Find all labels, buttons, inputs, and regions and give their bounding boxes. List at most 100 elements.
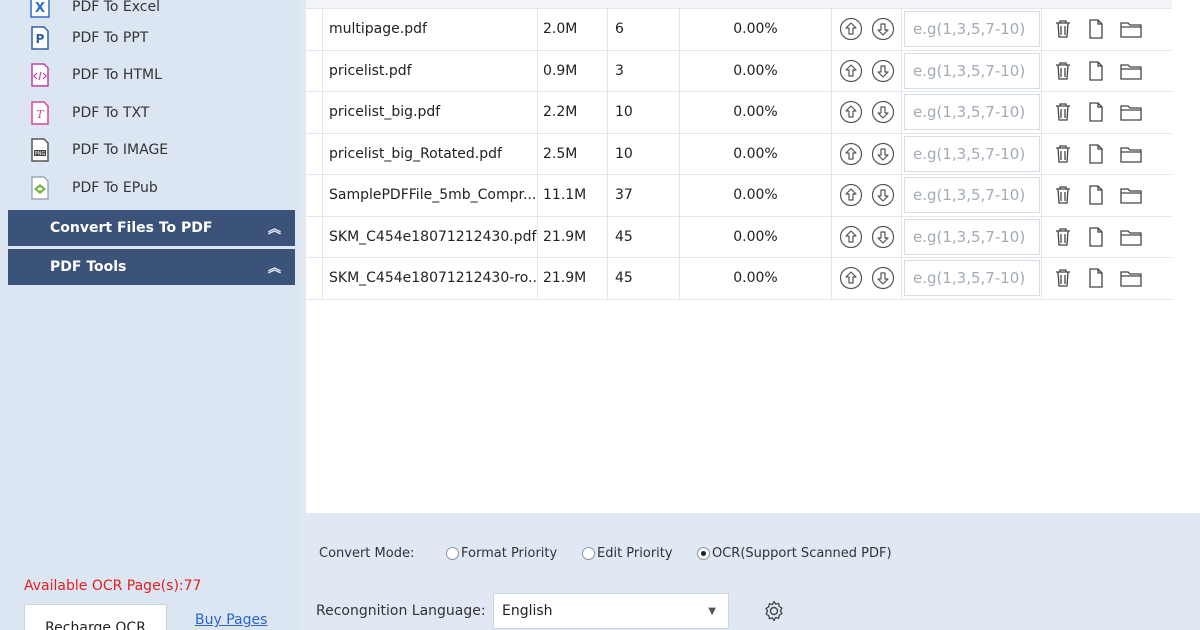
row-actions — [1042, 175, 1172, 216]
move-down-icon[interactable] — [871, 225, 895, 249]
move-controls — [832, 133, 902, 174]
row-select-cell[interactable] — [306, 50, 323, 91]
page-range-cell — [902, 92, 1042, 133]
sidebar-item-pdf-to-txt[interactable]: T PDF To TXT — [8, 94, 295, 132]
file-progress: 0.00% — [680, 258, 832, 299]
radio-label: Format Priority — [461, 546, 558, 561]
document-icon[interactable] — [1088, 144, 1104, 164]
table-row[interactable]: SKM_C454e18071212430-ro... 21.9M 45 0.00… — [306, 258, 1172, 300]
file-size: 0.9M — [538, 50, 608, 91]
file-progress: 0.00% — [680, 92, 832, 133]
move-up-icon[interactable] — [839, 142, 863, 166]
folder-icon[interactable] — [1120, 62, 1142, 80]
page-range-input[interactable] — [904, 94, 1040, 131]
table-row[interactable]: pricelist_big_Rotated.pdf 2.5M 10 0.00% — [306, 133, 1172, 175]
dropdown-caret-icon: ▼ — [708, 605, 716, 617]
edit-priority-radio[interactable]: Edit Priority — [582, 546, 673, 561]
table-header — [306, 0, 1172, 9]
folder-icon[interactable] — [1120, 103, 1142, 121]
page-range-cell — [902, 216, 1042, 257]
row-actions — [1042, 217, 1172, 258]
page-range-input[interactable] — [904, 135, 1040, 172]
trash-icon[interactable] — [1054, 227, 1072, 247]
document-icon[interactable] — [1088, 19, 1104, 39]
move-down-icon[interactable] — [871, 59, 895, 83]
move-up-icon[interactable] — [839, 17, 863, 41]
table-row[interactable]: SKM_C454e18071212430.pdf 21.9M 45 0.00% — [306, 216, 1172, 258]
table-row[interactable]: pricelist_big.pdf 2.2M 10 0.00% — [306, 92, 1172, 134]
svg-text:PNG: PNG — [35, 151, 46, 157]
move-controls — [832, 92, 902, 133]
row-actions — [1042, 258, 1172, 299]
folder-icon[interactable] — [1120, 20, 1142, 38]
move-controls — [832, 9, 902, 50]
table-row[interactable]: SamplePDFFile_5mb_Compr... 11.1M 37 0.00… — [306, 175, 1172, 217]
file-table: multipage.pdf 2.0M 6 0.00% e.g(1,3,5,7-1… — [306, 0, 1200, 513]
sidebar-group-convert-files-to-pdf[interactable]: Convert Files To PDF ︽ — [8, 209, 295, 246]
ppt-icon: P — [30, 26, 50, 50]
move-down-icon[interactable] — [871, 100, 895, 124]
file-name: SamplePDFFile_5mb_Compr... — [323, 175, 538, 216]
page-range-input[interactable] — [904, 52, 1040, 89]
document-icon[interactable] — [1088, 185, 1104, 205]
page-range-input[interactable] — [904, 260, 1040, 297]
move-up-icon[interactable] — [839, 225, 863, 249]
sidebar-item-pdf-to-html[interactable]: PDF To HTML — [8, 57, 295, 95]
move-down-icon[interactable] — [871, 266, 895, 290]
file-progress: 0.00% — [680, 9, 832, 50]
move-up-icon[interactable] — [839, 266, 863, 290]
file-progress: 0.00% — [680, 175, 832, 216]
trash-icon[interactable] — [1054, 268, 1072, 288]
folder-icon[interactable] — [1120, 269, 1142, 287]
row-select-cell[interactable] — [306, 9, 323, 50]
sidebar-item-pdf-to-epub[interactable]: PDF To EPub — [8, 169, 295, 207]
document-icon[interactable] — [1088, 102, 1104, 122]
move-down-icon[interactable] — [871, 183, 895, 207]
ocr-radio[interactable]: OCR(Support Scanned PDF) — [697, 546, 892, 561]
folder-icon[interactable] — [1120, 186, 1142, 204]
recognition-language-select[interactable]: English ▼ — [493, 593, 729, 629]
trash-icon[interactable] — [1054, 144, 1072, 164]
table-row[interactable]: pricelist.pdf 0.9M 3 0.00% — [306, 50, 1172, 92]
sidebar-item-pdf-to-ppt[interactable]: P PDF To PPT — [8, 19, 295, 57]
move-up-icon[interactable] — [839, 100, 863, 124]
radio-label: Edit Priority — [597, 546, 673, 561]
table-row[interactable]: multipage.pdf 2.0M 6 0.00% — [306, 9, 1172, 51]
row-select-cell[interactable] — [306, 133, 323, 174]
ocr-pages-available: Available OCR Page(s):77 — [24, 578, 202, 594]
page-range-input[interactable] — [904, 11, 1040, 48]
document-icon[interactable] — [1088, 61, 1104, 81]
recharge-ocr-button[interactable]: Recharge OCR — [24, 604, 167, 630]
folder-icon[interactable] — [1120, 145, 1142, 163]
trash-icon[interactable] — [1054, 19, 1072, 39]
trash-icon[interactable] — [1054, 61, 1072, 81]
document-icon[interactable] — [1088, 227, 1104, 247]
move-controls — [832, 258, 902, 299]
page-range-input[interactable] — [904, 218, 1040, 255]
row-select-cell[interactable] — [306, 92, 323, 133]
sidebar-group-pdf-tools[interactable]: PDF Tools ︽ — [8, 248, 295, 285]
sidebar: X PDF To Excel P PDF To PPT PDF To HTML … — [0, 0, 300, 630]
row-select-cell[interactable] — [306, 175, 323, 216]
sidebar-item-pdf-to-image[interactable]: PNG PDF To IMAGE — [8, 132, 295, 170]
page-range-cell — [902, 133, 1042, 174]
radio-circle-selected — [697, 547, 710, 560]
radio-circle — [582, 547, 595, 560]
page-range-input[interactable] — [904, 177, 1040, 214]
move-down-icon[interactable] — [871, 142, 895, 166]
trash-icon[interactable] — [1054, 102, 1072, 122]
buy-pages-link[interactable]: Buy Pages — [195, 612, 267, 628]
document-icon[interactable] — [1088, 268, 1104, 288]
move-up-icon[interactable] — [839, 183, 863, 207]
row-select-cell[interactable] — [306, 216, 323, 257]
row-select-cell[interactable] — [306, 258, 323, 299]
folder-icon[interactable] — [1120, 228, 1142, 246]
chevron-up-icon: ︽ — [267, 222, 281, 237]
move-up-icon[interactable] — [839, 59, 863, 83]
trash-icon[interactable] — [1054, 185, 1072, 205]
gear-icon[interactable] — [762, 599, 786, 627]
move-down-icon[interactable] — [871, 17, 895, 41]
sidebar-item-pdf-to-excel[interactable]: X PDF To Excel — [8, 0, 295, 19]
svg-text:P: P — [36, 32, 45, 46]
format-priority-radio[interactable]: Format Priority — [446, 546, 557, 561]
